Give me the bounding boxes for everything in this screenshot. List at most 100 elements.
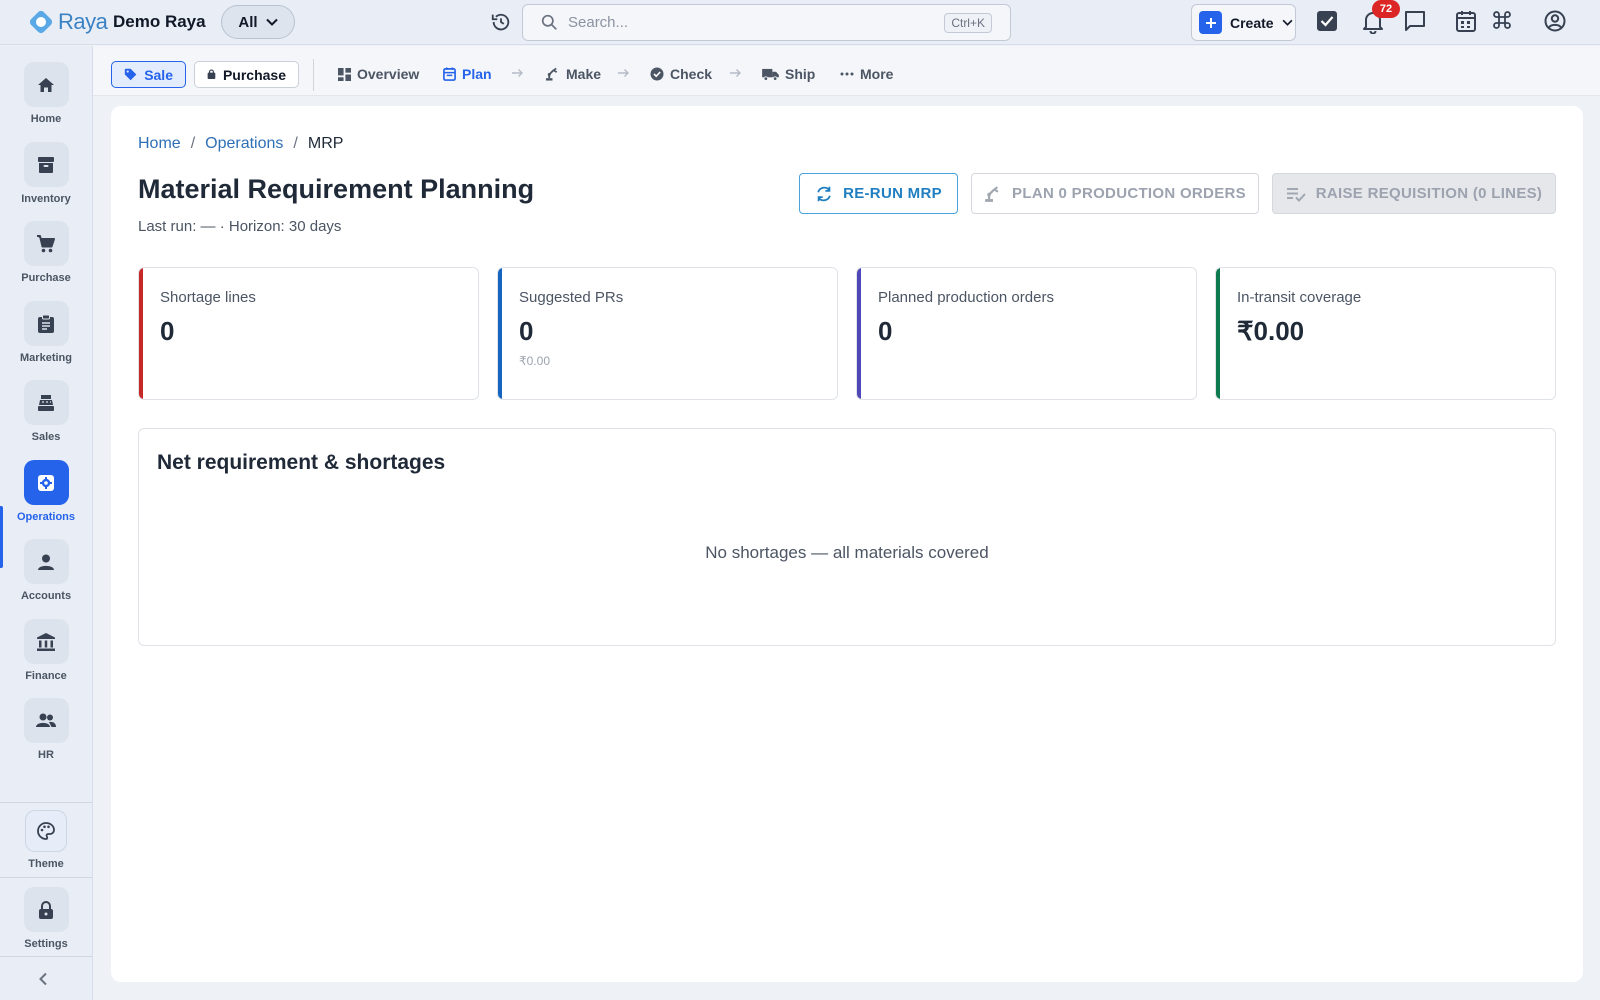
sidebar-divider xyxy=(0,802,92,803)
messages-button[interactable] xyxy=(1404,10,1426,32)
breadcrumb-operations[interactable]: Operations xyxy=(205,135,283,153)
sidebar-item-label: HR xyxy=(38,749,54,761)
more-dots-icon xyxy=(840,72,854,76)
rerun-mrp-button[interactable]: RE-RUN MRP xyxy=(799,173,958,214)
sidebar-item-label: Purchase xyxy=(21,272,71,284)
tab-label: Plan xyxy=(462,66,492,82)
command-icon xyxy=(1493,11,1511,29)
tab-label: Make xyxy=(566,66,602,82)
kpi-accent xyxy=(857,268,861,399)
brand-logo[interactable]: Raya xyxy=(26,7,108,37)
sidebar-item-hr[interactable]: HR xyxy=(0,698,92,774)
scope-selector[interactable]: All xyxy=(221,5,295,39)
sidebar-item-label: Inventory xyxy=(21,193,71,205)
chevron-left-icon xyxy=(39,972,47,986)
sale-toggle[interactable]: Sale xyxy=(111,61,186,88)
tab-label: Overview xyxy=(357,66,420,82)
plan-production-orders-button[interactable]: PLAN 0 PRODUCTION ORDERS xyxy=(971,173,1259,214)
create-label: Create xyxy=(1230,14,1274,31)
kpi-shortage-lines: Shortage lines 0 xyxy=(138,267,479,400)
verified-check-icon xyxy=(650,67,664,81)
sidebar-item-settings[interactable]: Settings xyxy=(0,887,92,963)
history-icon xyxy=(491,13,510,31)
kpi-accent xyxy=(1216,268,1220,399)
breadcrumb: Home / Operations / MRP xyxy=(138,135,343,153)
empty-state-message: No shortages — all materials covered xyxy=(705,543,989,562)
robot-arm-icon xyxy=(985,185,999,202)
robot-arm-icon xyxy=(545,67,558,81)
tab-check[interactable]: Check xyxy=(650,66,712,82)
kpi-value: ₹0.00 xyxy=(1237,316,1305,346)
sidebar-item-label: Sales xyxy=(31,431,61,443)
sidebar-divider xyxy=(0,877,92,878)
dashboard-icon xyxy=(338,67,351,81)
calendar-button[interactable] xyxy=(1456,10,1476,32)
chevron-down-icon xyxy=(265,18,278,26)
tab-ship[interactable]: Ship xyxy=(762,66,815,82)
gear-icon xyxy=(38,474,54,491)
sidebar-item-inventory[interactable]: Inventory xyxy=(0,142,92,218)
sidebar-item-purchase[interactable]: Purchase xyxy=(0,221,92,297)
sidebar-item-marketing[interactable]: Marketing xyxy=(0,301,92,377)
profile-button[interactable] xyxy=(1544,10,1566,32)
arrow-right-icon xyxy=(618,69,629,77)
search-shortcut-hint: Ctrl+K xyxy=(944,13,992,33)
kpi-suggested-prs: Suggested PRs 0 ₹0.00 xyxy=(497,267,838,400)
cart-icon xyxy=(37,234,55,252)
sidebar-item-sales[interactable]: Sales xyxy=(0,380,92,456)
arrow-right-icon xyxy=(512,69,523,77)
kpi-label: Shortage lines xyxy=(160,289,256,306)
sidebar-item-theme[interactable]: Theme xyxy=(0,810,92,886)
purchase-label: Purchase xyxy=(222,66,286,83)
tab-label: Ship xyxy=(785,66,816,82)
sidebar-item-label: Marketing xyxy=(20,352,72,364)
search-input[interactable] xyxy=(568,14,928,31)
clipboard-icon xyxy=(38,314,54,333)
sidebar-divider xyxy=(0,956,92,957)
tab-overview[interactable]: Overview xyxy=(338,66,419,82)
kpi-value: 0 xyxy=(160,316,175,346)
brand-name: Raya xyxy=(58,9,108,34)
sidebar-item-operations[interactable]: Operations xyxy=(0,460,92,536)
home-icon xyxy=(38,77,54,92)
raya-logo-icon xyxy=(29,10,53,34)
history-button[interactable] xyxy=(490,11,512,33)
plan-label: PLAN 0 PRODUCTION ORDERS xyxy=(1012,185,1246,202)
purchase-toggle[interactable]: Purchase xyxy=(194,61,299,88)
tab-plan[interactable]: Plan xyxy=(443,66,492,82)
raise-requisition-button[interactable]: RAISE REQUISITION (0 LINES) xyxy=(1272,173,1556,214)
tab-make[interactable]: Make xyxy=(545,66,601,82)
kpi-value: 0 xyxy=(519,316,534,346)
kpi-accent xyxy=(498,268,502,399)
create-button[interactable]: Create xyxy=(1191,4,1296,41)
sidebar-item-label: Home xyxy=(30,113,62,125)
command-palette-button[interactable] xyxy=(1492,10,1512,30)
truck-icon xyxy=(762,68,779,81)
net-requirement-panel: Net requirement & shortages No shortages… xyxy=(138,428,1556,646)
breadcrumb-separator: / xyxy=(293,135,298,152)
module-subnav: Sale Purchase Overview Plan Make Check S… xyxy=(93,46,1600,96)
sidebar-item-accounts[interactable]: Accounts xyxy=(0,539,92,615)
sidebar-item-finance[interactable]: Finance xyxy=(0,619,92,695)
people-icon xyxy=(36,713,56,727)
calendar-icon xyxy=(1456,11,1476,32)
tasks-button[interactable] xyxy=(1316,10,1338,32)
arrow-right-icon xyxy=(730,69,741,77)
search-bar[interactable]: Ctrl+K xyxy=(522,4,1011,41)
breadcrumb-home[interactable]: Home xyxy=(138,135,181,153)
sidebar-item-home[interactable]: Home xyxy=(0,62,92,138)
page-title: Material Requirement Planning xyxy=(138,174,535,204)
kpi-label: Suggested PRs xyxy=(519,289,624,306)
person-icon xyxy=(38,554,54,570)
shopping-bag-icon xyxy=(207,69,216,79)
kpi-value: 0 xyxy=(878,316,893,346)
refresh-icon xyxy=(817,186,831,201)
company-name: Demo Raya xyxy=(113,12,206,31)
breadcrumb-current: MRP xyxy=(307,135,344,152)
collapse-sidebar-button[interactable] xyxy=(38,972,48,986)
notification-badge: 72 xyxy=(1372,0,1400,18)
tab-more[interactable]: More xyxy=(840,66,893,82)
palette-icon xyxy=(37,822,55,840)
kpi-accent xyxy=(139,268,143,399)
tab-label: More xyxy=(860,66,894,82)
